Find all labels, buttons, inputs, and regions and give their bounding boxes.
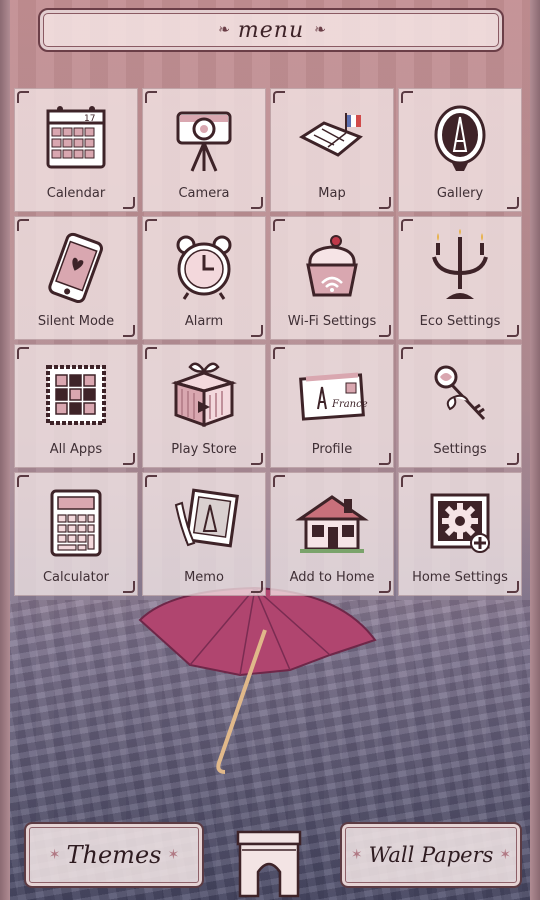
left-frame bbox=[0, 0, 10, 900]
postcard-icon: France bbox=[299, 372, 368, 421]
map-icon bbox=[298, 113, 363, 157]
star-icon: ✶ bbox=[350, 847, 363, 863]
app-label: Profile bbox=[311, 442, 353, 457]
app-label: Memo bbox=[184, 570, 224, 585]
grid-stamp-icon bbox=[46, 365, 106, 425]
alarm-clock-icon bbox=[176, 235, 232, 300]
gear-frame-icon bbox=[430, 493, 490, 553]
calendar-icon: 17 bbox=[46, 106, 106, 169]
menu-title: menu bbox=[237, 17, 305, 43]
app-calendar[interactable]: 17 Calendar bbox=[14, 88, 138, 212]
gift-box-icon bbox=[171, 362, 237, 428]
app-label: Wi-Fi Settings bbox=[287, 314, 377, 329]
app-alarm[interactable]: Alarm bbox=[142, 216, 266, 340]
calendar-date-text: 17 bbox=[84, 114, 95, 124]
bow-left-icon: ❧ bbox=[218, 22, 230, 38]
app-grid: 17 Calendar Camera Map Gallery Silent Mo… bbox=[14, 88, 526, 596]
wallpapers-button[interactable]: ✶ Wall Papers ✶ bbox=[340, 822, 522, 888]
wallpapers-label: Wall Papers bbox=[368, 843, 494, 867]
app-all-apps[interactable]: All Apps bbox=[14, 344, 138, 468]
star-icon: ✶ bbox=[167, 847, 180, 863]
camera-icon bbox=[176, 111, 232, 172]
app-add-to-home[interactable]: Add to Home bbox=[270, 472, 394, 596]
star-icon: ✶ bbox=[499, 847, 512, 863]
app-gallery[interactable]: Gallery bbox=[398, 88, 522, 212]
right-frame bbox=[530, 0, 540, 900]
key-ribbon-icon bbox=[434, 365, 486, 421]
house-icon bbox=[295, 495, 369, 553]
app-label: Silent Mode bbox=[37, 314, 115, 329]
app-label: Home Settings bbox=[412, 570, 508, 585]
app-label: Play Store bbox=[171, 442, 237, 457]
postcard-text: France bbox=[331, 399, 368, 410]
app-label: Camera bbox=[178, 186, 230, 201]
app-home-settings[interactable]: Home Settings bbox=[398, 472, 522, 596]
app-label: Calendar bbox=[46, 186, 106, 201]
memo-photo-icon bbox=[174, 488, 239, 548]
app-label: Map bbox=[318, 186, 346, 201]
calculator-icon bbox=[50, 489, 102, 557]
app-label: Settings bbox=[433, 442, 487, 457]
app-label: Add to Home bbox=[289, 570, 375, 585]
cupcake-wifi-icon bbox=[306, 235, 358, 297]
menu-header[interactable]: ❧ menu ❧ bbox=[38, 8, 504, 52]
app-wifi-settings[interactable]: Wi-Fi Settings bbox=[270, 216, 394, 340]
app-label: Gallery bbox=[436, 186, 484, 201]
app-label: All Apps bbox=[49, 442, 103, 457]
themes-button[interactable]: ✶ Themes ✶ bbox=[24, 822, 204, 888]
app-profile[interactable]: France Profile bbox=[270, 344, 394, 468]
app-calculator[interactable]: Calculator bbox=[14, 472, 138, 596]
app-eco-settings[interactable]: Eco Settings bbox=[398, 216, 522, 340]
app-label: Alarm bbox=[184, 314, 224, 329]
app-label: Eco Settings bbox=[419, 314, 501, 329]
candelabra-icon bbox=[432, 229, 488, 299]
star-icon: ✶ bbox=[48, 847, 61, 863]
app-play-store[interactable]: Play Store bbox=[142, 344, 266, 468]
gallery-icon bbox=[434, 105, 486, 171]
umbrella-illustration bbox=[138, 586, 377, 774]
themes-label: Themes bbox=[66, 841, 162, 869]
app-settings[interactable]: Settings bbox=[398, 344, 522, 468]
arc-de-triomphe-icon[interactable] bbox=[234, 828, 304, 898]
app-map[interactable]: Map bbox=[270, 88, 394, 212]
app-label: Calculator bbox=[42, 570, 109, 585]
bow-right-icon: ❧ bbox=[314, 22, 326, 38]
phone-icon bbox=[48, 232, 103, 304]
app-silent-mode[interactable]: Silent Mode bbox=[14, 216, 138, 340]
app-memo[interactable]: Memo bbox=[142, 472, 266, 596]
app-camera[interactable]: Camera bbox=[142, 88, 266, 212]
